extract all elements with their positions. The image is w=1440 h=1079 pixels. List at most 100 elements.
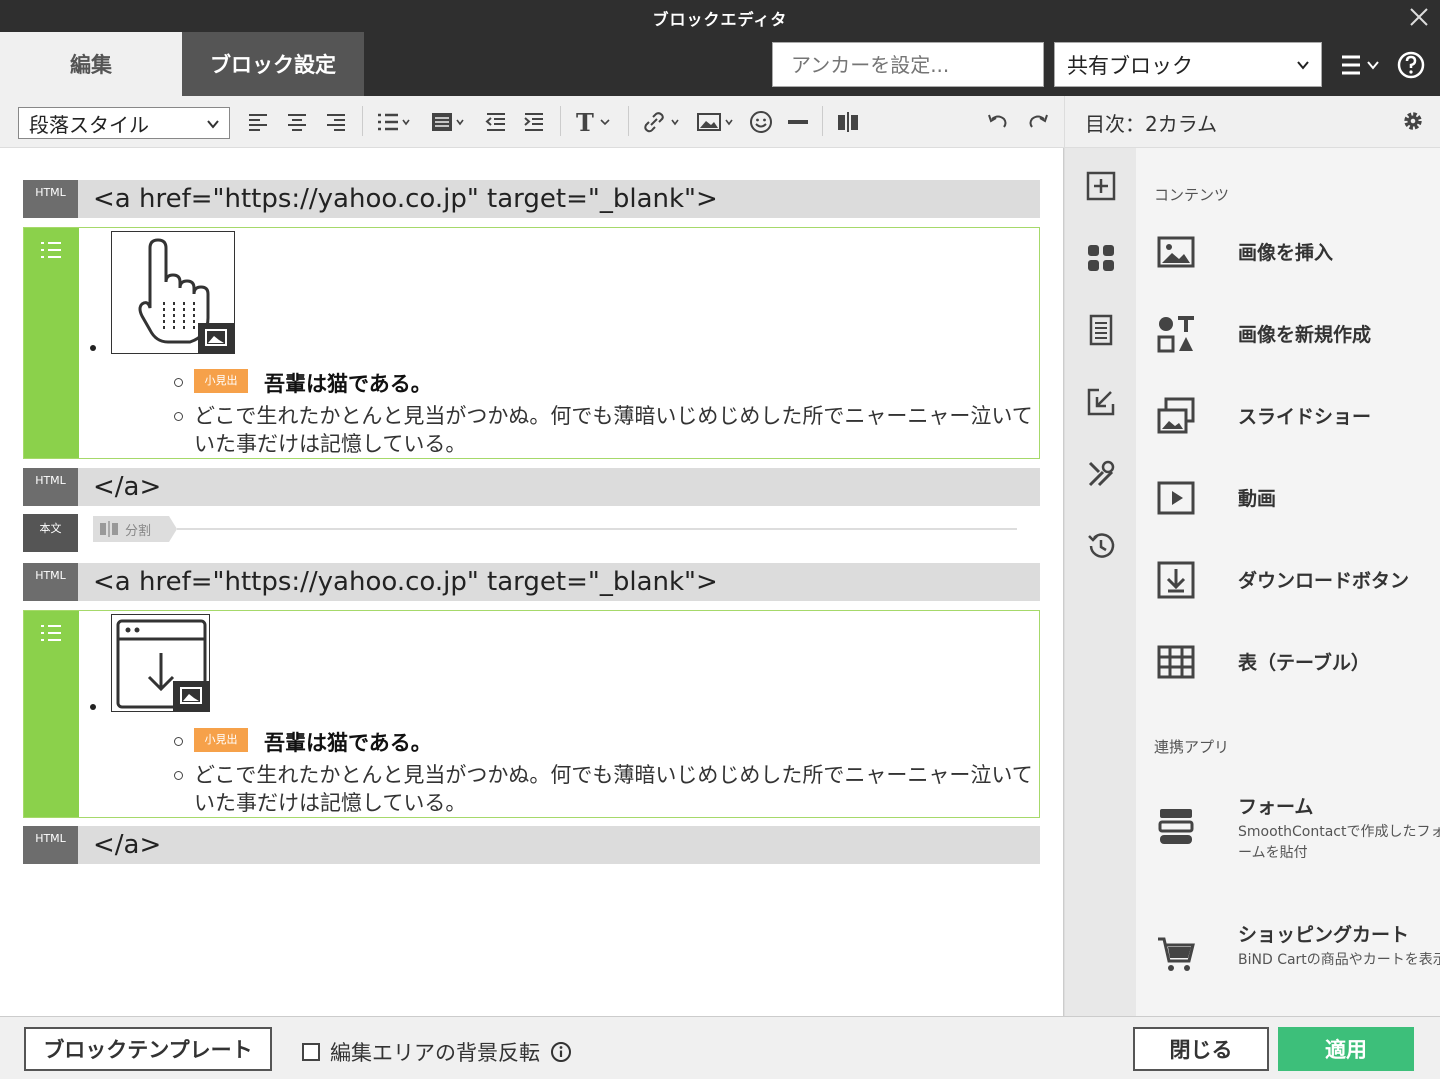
list-image-thumbnail[interactable] xyxy=(111,231,235,354)
emoji-button[interactable] xyxy=(749,108,773,136)
html-code: <a href="https://yahoo.co.jp" target="_b… xyxy=(93,567,718,597)
align-right-icon xyxy=(327,114,345,131)
content-item-label: 表（テーブル） xyxy=(1238,652,1370,674)
content-item-label: 動画 xyxy=(1238,488,1277,510)
invert-label: 編集エリアの背景反転 xyxy=(330,1041,540,1065)
import-icon[interactable] xyxy=(1085,386,1117,418)
html-close-tag-row[interactable]: HTML </a> xyxy=(23,468,1040,506)
menu-icon[interactable] xyxy=(1338,50,1384,80)
image-icon xyxy=(697,113,733,131)
history-icon[interactable] xyxy=(1085,530,1117,562)
block-format-button[interactable] xyxy=(430,108,466,136)
apply-button[interactable]: 適用 xyxy=(1278,1027,1414,1071)
outdent-button[interactable] xyxy=(484,108,508,136)
content-item-label: スライドショー xyxy=(1238,406,1372,428)
split-button[interactable] xyxy=(836,108,860,136)
anchor-input[interactable] xyxy=(772,42,1044,87)
list-image-thumbnail[interactable] xyxy=(111,614,210,712)
info-icon[interactable] xyxy=(550,1041,572,1063)
split-row[interactable]: 本文 分割 xyxy=(23,514,1040,552)
list-block-handle[interactable] xyxy=(24,228,79,458)
app-item-form[interactable]: フォーム SmoothContactで作成したフォームを貼付 xyxy=(1154,792,1440,872)
list-icon xyxy=(41,625,61,641)
invert-checkbox[interactable] xyxy=(302,1043,320,1061)
cart-icon xyxy=(1158,937,1195,971)
split-label: 分割 xyxy=(125,523,152,539)
html-close-tag-row[interactable]: HTML </a> xyxy=(23,826,1040,864)
list-block-handle[interactable] xyxy=(24,611,79,817)
content-item-label: 画像を挿入 xyxy=(1238,242,1334,264)
close-button[interactable]: 閉じる xyxy=(1133,1027,1269,1071)
align-right-button[interactable] xyxy=(324,108,348,136)
indent-icon xyxy=(524,113,543,131)
content-item-label: 画像を新規作成 xyxy=(1238,324,1372,346)
image-badge xyxy=(198,323,234,353)
undo-icon xyxy=(988,114,1007,128)
indent-button[interactable] xyxy=(522,108,546,136)
list-block[interactable]: 小見出 吾輩は猫である。 どこで生れたかとんと見当がつかぬ。何でも薄暗いじめじめ… xyxy=(23,227,1040,459)
sub-bullet xyxy=(174,737,183,746)
list-bullet xyxy=(90,345,96,351)
list-button[interactable] xyxy=(376,108,412,136)
html-open-tag-row[interactable]: HTML <a href="https://yahoo.co.jp" targe… xyxy=(23,563,1040,601)
video-icon xyxy=(1157,481,1195,515)
align-center-button[interactable] xyxy=(285,108,309,136)
horizontal-rule-button[interactable] xyxy=(786,108,810,136)
tab-block-settings[interactable]: ブロック設定 xyxy=(182,32,364,96)
html-label: HTML xyxy=(23,826,78,864)
text-style-button[interactable]: T xyxy=(576,108,612,137)
app-item-label: ショッピングカート xyxy=(1238,924,1410,946)
sub-bullet xyxy=(174,771,183,780)
align-left-button[interactable] xyxy=(246,108,270,136)
list-bullet xyxy=(90,704,96,710)
editor-area[interactable]: HTML <a href="https://yahoo.co.jp" targe… xyxy=(0,148,1064,1016)
paragraph-style-value: 段落スタイル xyxy=(29,112,149,137)
horizontal-rule-icon xyxy=(788,120,808,124)
shapes-icon xyxy=(1157,316,1194,353)
split-line xyxy=(177,528,1017,530)
outdent-icon xyxy=(485,113,505,131)
split-icon xyxy=(100,521,118,537)
undo-button[interactable] xyxy=(986,108,1010,136)
redo-button[interactable] xyxy=(1026,108,1050,136)
panel-icon-rail xyxy=(1064,148,1136,1016)
toolbar-divider xyxy=(628,106,629,136)
invert-background-toggle[interactable]: 編集エリアの背景反転 xyxy=(302,1037,572,1067)
document-icon[interactable] xyxy=(1085,314,1117,346)
app-item-cart[interactable]: ショッピングカート BiND Cartの商品やカートを表示 xyxy=(1154,920,1440,1000)
html-code: </a> xyxy=(93,472,162,502)
tab-edit[interactable]: 編集 xyxy=(0,32,182,96)
align-left-icon xyxy=(249,114,267,131)
html-open-tag-row[interactable]: HTML <a href="https://yahoo.co.jp" targe… xyxy=(23,180,1040,218)
table-icon xyxy=(1157,645,1195,679)
image-icon xyxy=(1157,236,1195,268)
add-block-icon[interactable] xyxy=(1085,170,1117,202)
download-icon xyxy=(1157,561,1195,599)
list-icon xyxy=(378,113,410,131)
toolbar-divider xyxy=(560,106,561,136)
app-item-desc: BiND Cartの商品やカートを表示 xyxy=(1238,952,1440,968)
block-format-icon xyxy=(432,113,464,131)
list-text[interactable]: どこで生れたかとんと見当がつかぬ。何でも薄暗いじめじめした所でニャーニャー泣いて… xyxy=(194,761,1034,817)
panel-header: 目次：2カラム xyxy=(1064,96,1440,148)
form-icon xyxy=(1158,809,1194,844)
list-heading[interactable]: 吾輩は猫である。 xyxy=(264,368,432,398)
close-icon[interactable] xyxy=(1408,6,1430,28)
parts-icon[interactable] xyxy=(1085,242,1117,274)
chevron-down-icon xyxy=(1297,61,1309,70)
shared-block-select[interactable]: 共有ブロック xyxy=(1054,42,1322,87)
help-icon[interactable] xyxy=(1396,50,1426,80)
list-heading[interactable]: 吾輩は猫である。 xyxy=(264,727,432,757)
list-text[interactable]: どこで生れたかとんと見当がつかぬ。何でも薄暗いじめじめした所でニャーニャー泣いて… xyxy=(194,402,1034,458)
tools-icon[interactable] xyxy=(1085,458,1117,490)
paragraph-style-select[interactable]: 段落スタイル xyxy=(18,107,230,139)
block-template-button[interactable]: ブロックテンプレート xyxy=(24,1027,272,1071)
list-block[interactable]: 小見出 吾輩は猫である。 どこで生れたかとんと見当がつかぬ。何でも薄暗いじめじめ… xyxy=(23,610,1040,818)
link-button[interactable] xyxy=(642,108,682,136)
split-icon xyxy=(838,112,858,132)
split-pill-tip xyxy=(169,516,177,542)
shared-block-value: 共有ブロック xyxy=(1067,53,1193,78)
app-item-desc: SmoothContactで作成したフォームを貼付 xyxy=(1238,824,1440,861)
image-button[interactable] xyxy=(696,108,738,136)
gear-icon[interactable] xyxy=(1402,110,1424,132)
